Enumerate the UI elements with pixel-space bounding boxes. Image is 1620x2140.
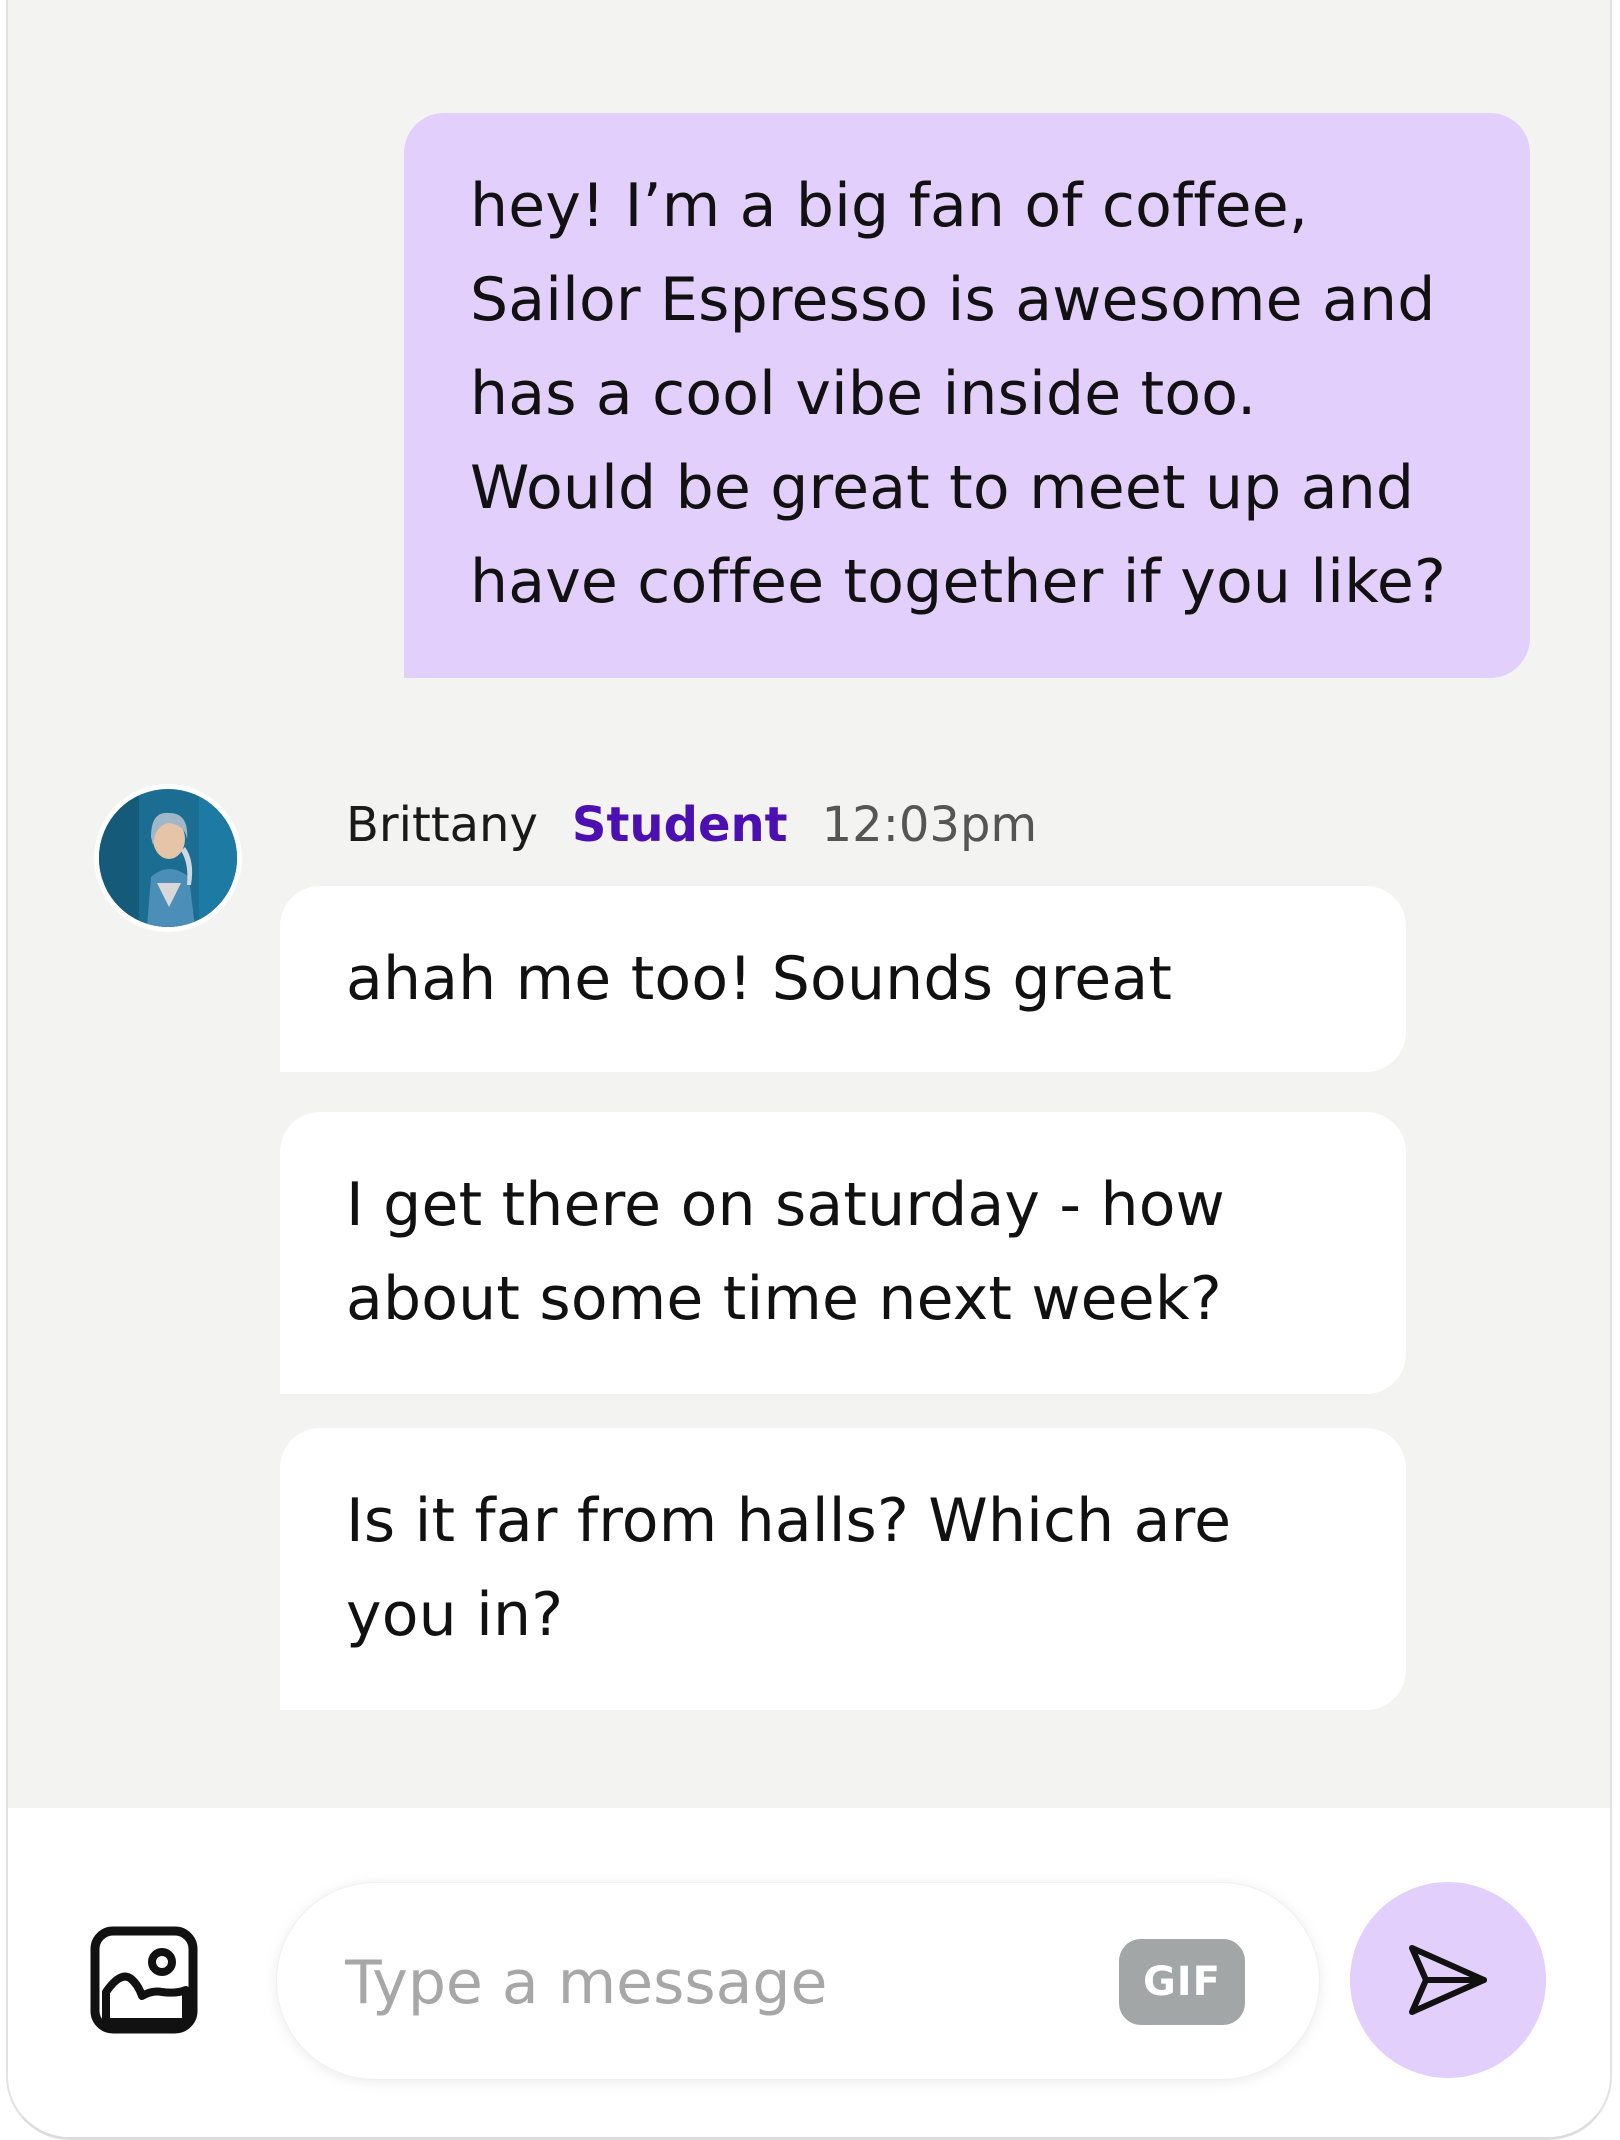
sender-role-badge: Student bbox=[571, 797, 788, 853]
message-input[interactable] bbox=[345, 1933, 1065, 2033]
message-thread: hey! I’m a big fan of coffee, Sailor Esp… bbox=[8, 0, 1610, 1808]
person-photo-icon bbox=[99, 789, 237, 927]
message-line: ahah me too! Sounds great bbox=[346, 944, 1173, 1014]
message-line: hey! I’m a big fan of coffee, bbox=[470, 171, 1309, 241]
message-line: I get there on saturday - how bbox=[346, 1170, 1225, 1240]
received-message-bubble: ahah me too! Sounds great bbox=[280, 886, 1406, 1072]
image-upload-button[interactable] bbox=[90, 1926, 198, 2034]
gif-button[interactable]: GIF bbox=[1119, 1939, 1245, 2025]
send-icon bbox=[1409, 1945, 1487, 2015]
message-input-container[interactable]: GIF bbox=[276, 1882, 1320, 2080]
message-meta: Brittany Student 12:03pm bbox=[346, 790, 1037, 860]
message-line: has a cool vibe inside too. bbox=[470, 359, 1257, 429]
received-message-bubble: Is it far from halls? Which are you in? bbox=[280, 1428, 1406, 1710]
image-add-icon bbox=[90, 1926, 198, 2034]
received-message-bubble: I get there on saturday - how about some… bbox=[280, 1112, 1406, 1394]
avatar[interactable] bbox=[94, 784, 242, 932]
message-timestamp: 12:03pm bbox=[821, 797, 1038, 853]
sender-name[interactable]: Brittany bbox=[346, 797, 538, 853]
message-line: Sailor Espresso is awesome and bbox=[470, 265, 1436, 335]
message-line: about some time next week? bbox=[346, 1264, 1222, 1334]
message-line: Is it far from halls? Which are bbox=[346, 1486, 1232, 1556]
avatar-photo bbox=[99, 789, 237, 927]
send-button[interactable] bbox=[1350, 1882, 1546, 2078]
message-line: you in? bbox=[346, 1580, 564, 1650]
chat-window: hey! I’m a big fan of coffee, Sailor Esp… bbox=[6, 0, 1612, 2140]
sent-message-bubble: hey! I’m a big fan of coffee, Sailor Esp… bbox=[404, 113, 1530, 678]
message-line: Would be great to meet up and bbox=[470, 453, 1415, 523]
message-composer: GIF bbox=[8, 1808, 1610, 2137]
message-line: have coffee together if you like? bbox=[470, 547, 1447, 617]
